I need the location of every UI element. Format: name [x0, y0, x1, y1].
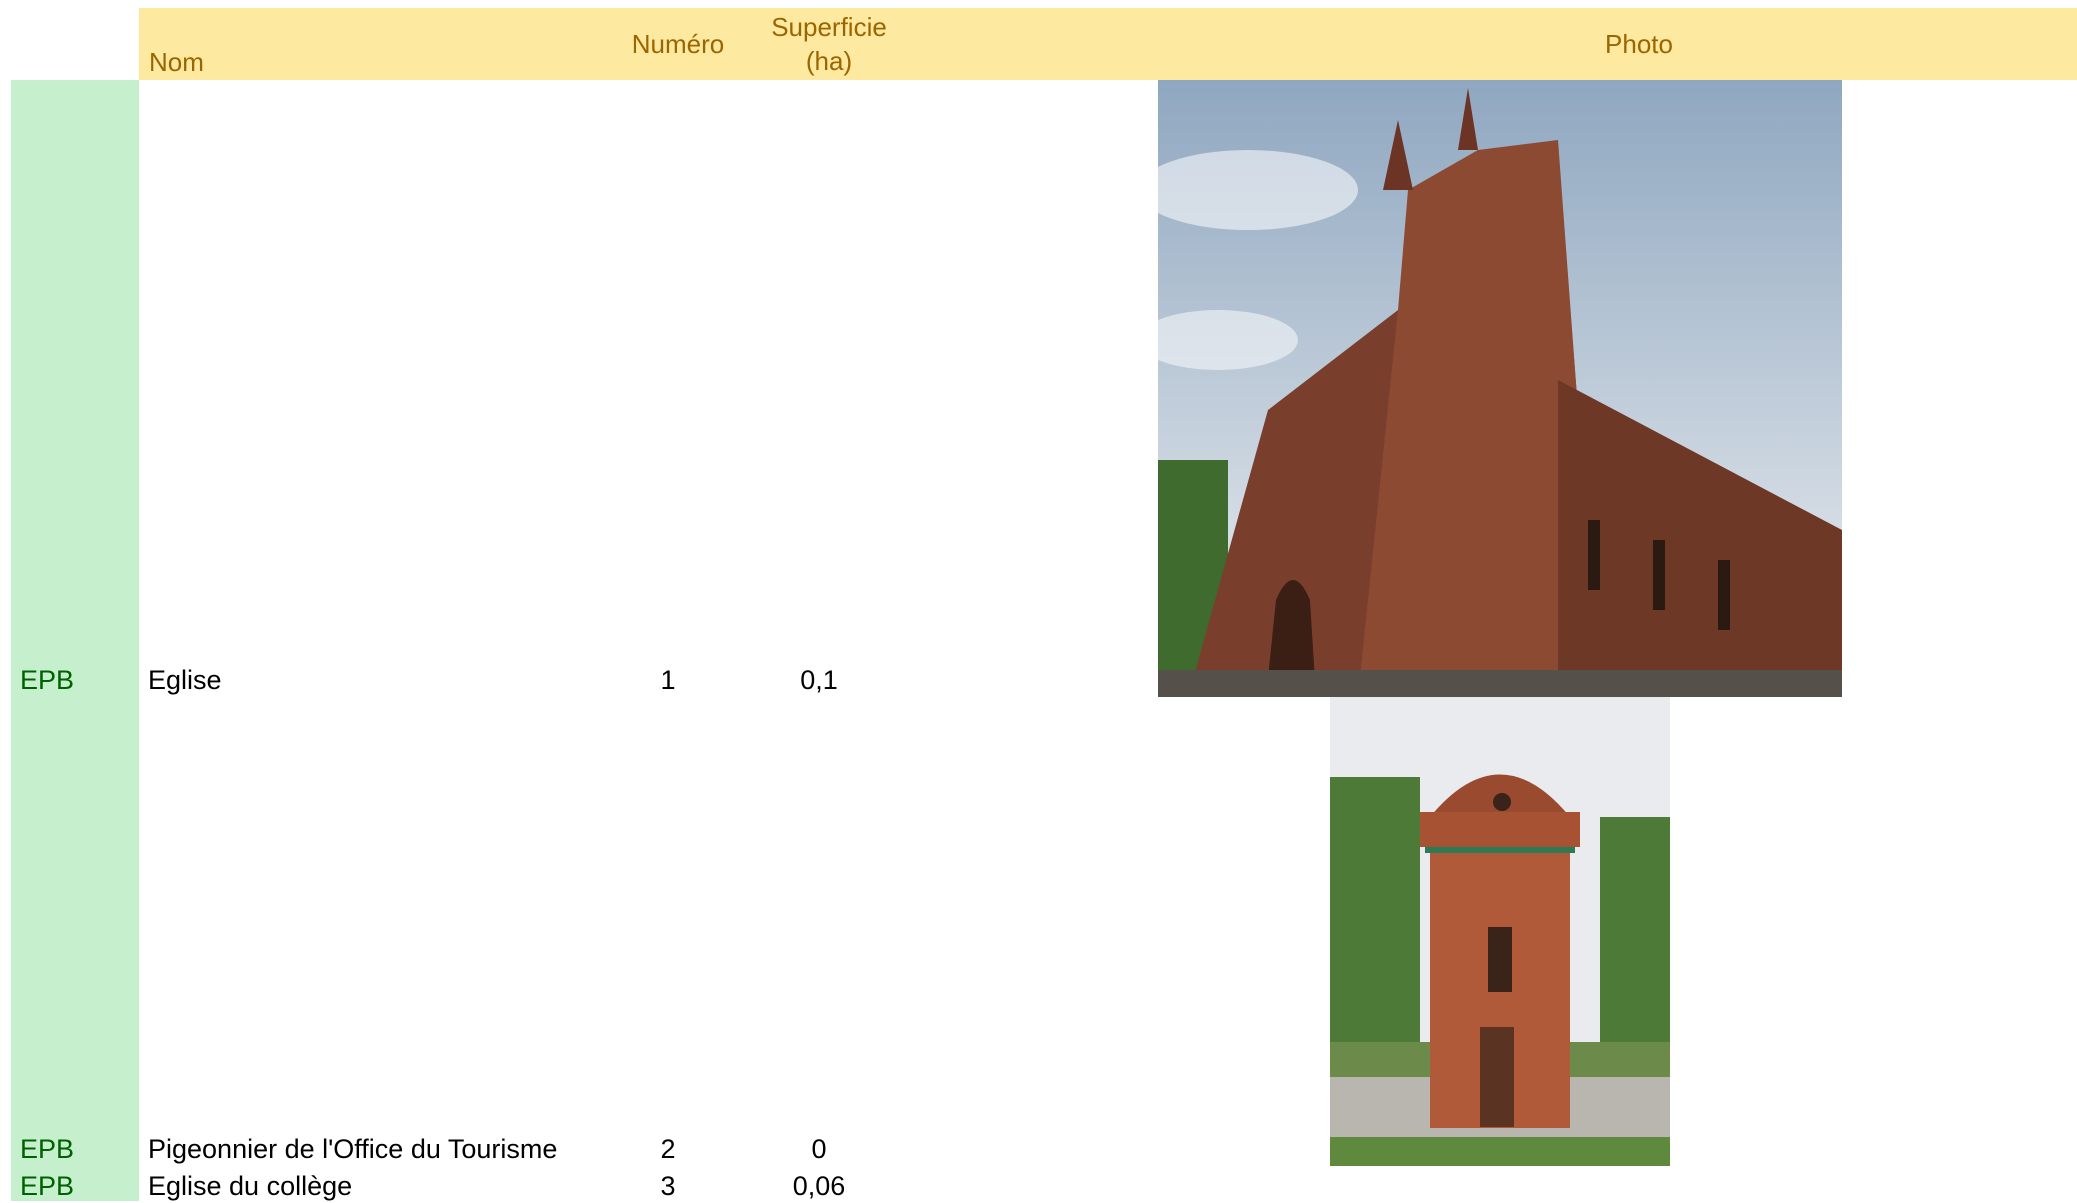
table-header: Nom Numéro Superficie (ha) Photo — [139, 8, 2077, 80]
church-photo — [1158, 80, 1842, 697]
row-superficie: 0,06 — [792, 1171, 846, 1201]
column-header-nom: Nom — [149, 47, 204, 77]
column-header-photo: Photo — [1605, 29, 1673, 59]
row-numero: 2 — [660, 1134, 676, 1164]
row-category: EPB — [20, 1134, 75, 1164]
row-superficie: 0,1 — [800, 665, 838, 695]
row-nom: Eglise — [148, 665, 222, 695]
row-category: EPB — [20, 665, 75, 695]
dovecote-photo-drawing — [1330, 697, 1670, 1166]
column-header-superficie-line1: Superficie — [771, 12, 887, 42]
church-photo-drawing — [1158, 80, 1842, 697]
row-nom: Pigeonnier de l'Office du Tourisme — [148, 1134, 558, 1164]
column-header-numero: Numéro — [631, 29, 725, 59]
dovecote-photo — [1330, 697, 1670, 1166]
row-nom: Eglise du collège — [148, 1171, 353, 1201]
column-header-superficie: Superficie (ha) — [749, 10, 909, 78]
row-numero: 1 — [660, 665, 676, 695]
row-superficie: 0 — [811, 1134, 827, 1164]
column-header-superficie-line2: (ha) — [805, 46, 853, 76]
row-numero: 3 — [660, 1171, 676, 1201]
row-category: EPB — [20, 1171, 75, 1201]
category-column-fill — [11, 80, 139, 1201]
